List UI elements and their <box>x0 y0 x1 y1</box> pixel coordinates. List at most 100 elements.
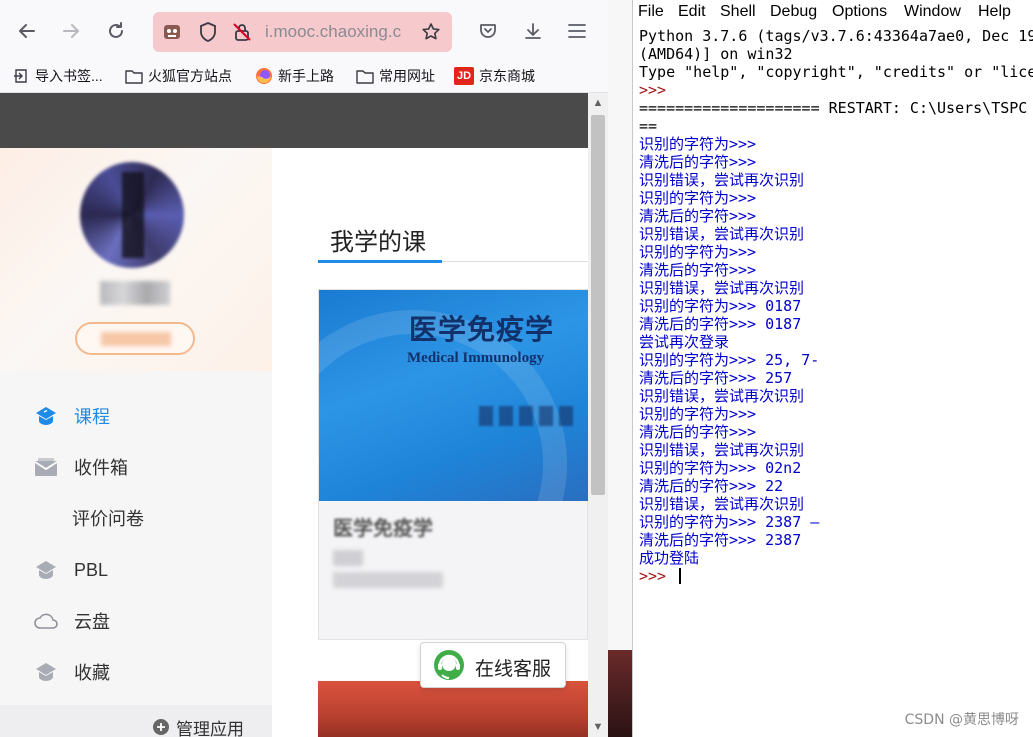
menu-options[interactable]: Options <box>832 3 887 21</box>
page-scrollbar[interactable]: ▲ ▼ <box>588 93 608 737</box>
shell-line: 识别的字符为>>> 02n2 <box>639 459 802 477</box>
menu-icon[interactable] <box>561 15 593 47</box>
bookmarks-toolbar: 导入书签... 火狐官方站点 新手上路 常用网址 JD 京东商城 <box>0 60 608 93</box>
shell-line: 清洗后的字符>>> 2387 <box>639 531 802 549</box>
title-underline <box>318 260 442 263</box>
favorites-icon <box>33 660 59 684</box>
cloud-icon <box>33 609 59 633</box>
back-icon[interactable] <box>11 15 43 47</box>
address-bar[interactable]: i.mooc.chaoxing.c <box>153 12 452 52</box>
profile-panel: ███ ████ <box>0 148 272 371</box>
scroll-down-icon[interactable]: ▼ <box>588 717 608 737</box>
shell-line: 识别的字符为>>> <box>639 135 757 153</box>
pbl-icon <box>33 558 59 582</box>
course-card[interactable] <box>318 681 588 737</box>
shell-output[interactable]: Python 3.7.6 (tags/v3.7.6:43364a7ae0, De… <box>639 27 1033 585</box>
bookmark-item-firefox-official[interactable]: 火狐官方站点 <box>125 65 232 87</box>
shell-line: 识别错误，尝试再次识别 <box>639 387 805 405</box>
shell-line: 识别的字符为>>> <box>639 405 757 423</box>
reader-mode-icon[interactable] <box>161 21 183 43</box>
shell-line: 清洗后的字符>>> 257 <box>639 369 793 387</box>
sidebar-item-cloud[interactable]: 云盘 <box>0 601 272 641</box>
scroll-up-icon[interactable]: ▲ <box>588 93 608 113</box>
menu-window[interactable]: Window <box>904 3 961 21</box>
shell-line: 识别的字符为>>> 2387 — <box>639 513 820 531</box>
import-icon <box>12 68 30 84</box>
plus-circle-icon <box>152 718 170 736</box>
jd-icon: JD <box>454 67 474 85</box>
shell-line: 清洗后的字符>>> <box>639 423 757 441</box>
user-name: ███ <box>100 281 170 305</box>
scroll-thumb[interactable] <box>591 115 605 495</box>
sidebar-item-label: PBL <box>74 559 109 580</box>
sidebar-item-label: 云盘 <box>74 612 110 632</box>
url-text[interactable]: i.mooc.chaoxing.c <box>265 22 415 42</box>
python-idle-shell: File Edit Shell Debug Options Window Hel… <box>632 0 1033 737</box>
sidebar-item-label: 收藏 <box>74 663 110 683</box>
online-service-button[interactable]: 在线客服 <box>420 642 566 688</box>
shell-line: 识别错误，尝试再次识别 <box>639 225 805 243</box>
reload-icon[interactable] <box>100 15 132 47</box>
shell-prompt: >>> <box>639 567 676 585</box>
desktop-background <box>608 0 632 737</box>
sidebar-item-label: 课程 <box>74 407 110 427</box>
bookmark-item-import[interactable]: 导入书签... <box>12 65 103 87</box>
shell-line: 识别的字符为>>> <box>639 243 757 261</box>
shell-line: 识别错误，尝试再次识别 <box>639 279 805 297</box>
manage-apps-button[interactable]: 管理应用 <box>152 717 244 737</box>
insecure-lock-icon[interactable] <box>231 21 253 43</box>
bookmark-label: 常用网址 <box>379 68 435 84</box>
menu-debug[interactable]: Debug <box>770 3 817 21</box>
course-school: ██████ <box>333 572 443 588</box>
site-header-bar <box>0 93 588 148</box>
text-cursor <box>679 568 682 584</box>
bookmark-item-jd[interactable]: JD 京东商城 <box>454 65 535 87</box>
shell-line: 识别错误，尝试再次识别 <box>639 441 805 459</box>
cover-authors <box>479 406 575 426</box>
sidebar-item-pbl[interactable]: PBL <box>0 550 272 590</box>
folder-icon <box>356 68 374 84</box>
course-name[interactable]: 医学免疫学 <box>333 512 433 541</box>
pocket-icon[interactable] <box>472 15 504 47</box>
sidebar-item-inbox[interactable]: 收件箱 <box>0 447 272 487</box>
avatar[interactable] <box>80 162 184 268</box>
course-cover-image[interactable]: 医学免疫学 Medical Immunology <box>319 290 589 501</box>
shell-line: ==================== RESTART: C:\Users\T… <box>639 99 1028 117</box>
bookmark-item-getting-started[interactable]: 新手上路 <box>255 65 334 87</box>
customer-service-icon <box>433 649 465 681</box>
bookmark-item-common-sites[interactable]: 常用网址 <box>356 65 435 87</box>
shield-icon[interactable] <box>197 21 219 43</box>
bookmark-label: 火狐官方站点 <box>148 68 232 84</box>
main-content: 我学的课 医学免疫学 Medical Immunology 医学免疫学 ██ █… <box>272 148 589 737</box>
watermark: CSDN @黄思博呀 <box>904 712 1019 728</box>
menu-help[interactable]: Help <box>978 3 1011 21</box>
shell-line: Type "help", "copyright", "credits" or "… <box>639 63 1033 81</box>
web-page: ███ ████ 课程 收件箱 评价问卷 <box>0 93 608 737</box>
firefox-icon <box>255 68 273 84</box>
course-teacher: ██ <box>333 550 363 566</box>
manage-apps-label: 管理应用 <box>176 719 244 737</box>
inbox-icon <box>33 455 59 479</box>
forward-icon[interactable] <box>55 15 87 47</box>
shell-line: 清洗后的字符>>> <box>639 207 757 225</box>
sidebar-item-favorites[interactable]: 收藏 <box>0 652 272 692</box>
menu-edit[interactable]: Edit <box>678 3 706 21</box>
shell-line: 成功登陆 <box>639 549 700 567</box>
sidebar-item-label: 评价问卷 <box>72 509 144 529</box>
shell-line: 尝试再次登录 <box>639 333 730 351</box>
account-manage-button[interactable]: ████ <box>75 322 195 355</box>
bookmark-star-icon[interactable] <box>420 21 442 43</box>
menu-shell[interactable]: Shell <box>720 3 756 21</box>
bookmark-label: 新手上路 <box>278 68 334 84</box>
shell-prompt-line[interactable]: >>> <box>639 567 1033 585</box>
course-card[interactable]: 医学免疫学 Medical Immunology 医学免疫学 ██ ██████ <box>318 289 589 640</box>
menu-file[interactable]: File <box>638 3 664 21</box>
cover-title-zh: 医学免疫学 <box>409 313 555 346</box>
shell-line: (AMD64)] on win32 <box>639 45 793 63</box>
sidebar-item-survey[interactable]: 评价问卷 <box>0 498 272 538</box>
sidebar-item-course[interactable]: 课程 <box>0 396 272 436</box>
download-icon[interactable] <box>517 15 549 47</box>
page-title: 我学的课 <box>330 229 426 256</box>
jd-icon-text: JD <box>456 70 472 82</box>
folder-icon <box>125 68 143 84</box>
